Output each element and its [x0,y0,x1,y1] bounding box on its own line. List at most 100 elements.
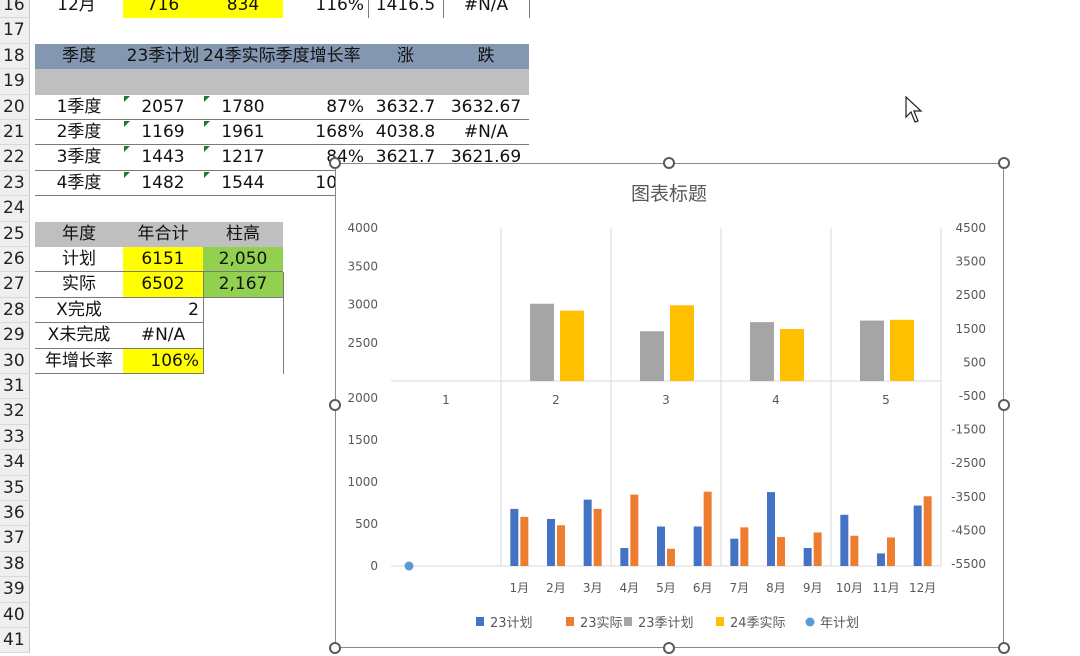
resize-handle-middle-right[interactable] [998,399,1010,411]
row-header[interactable]: 19 [0,69,30,95]
cell[interactable]: 2,050 [203,247,283,273]
cell[interactable]: 116% [283,0,368,18]
cell[interactable]: 1482 [123,171,203,197]
cell[interactable]: 3632.67 [443,95,529,120]
resize-handle-top-center[interactable] [663,157,675,169]
row-header[interactable]: 17 [0,18,30,44]
legend-swatch [476,617,484,626]
resize-handle-top-left[interactable] [329,157,341,169]
row-header[interactable]: 25 [0,221,30,247]
cell[interactable]: 3632.7 [368,95,443,120]
plan23-bar [657,526,665,566]
row-header[interactable]: 38 [0,551,30,578]
cell[interactable]: 2057 [123,95,203,120]
left-axis-tick: 1500 [347,433,378,447]
left-axis-tick: 0 [370,559,378,573]
cell[interactable]: 1443 [123,145,203,171]
cell[interactable]: 6151 [123,247,203,273]
cell[interactable]: 6502 [123,272,203,298]
cell[interactable]: 计划 [35,247,123,273]
cell[interactable]: #N/A [443,120,529,146]
row-header[interactable]: 23 [0,170,30,197]
cell[interactable]: 1217 [203,145,283,171]
resize-handle-bottom-left[interactable] [329,642,341,654]
actual23-bar [850,535,859,566]
cell[interactable]: 4季度 [35,171,123,197]
mouse-cursor-icon [905,96,923,123]
cell[interactable]: 年度 [35,221,123,247]
plan23-bar [693,526,702,566]
row-header[interactable]: 33 [0,424,30,451]
row-header[interactable]: 24 [0,196,30,222]
row-header[interactable]: 22 [0,145,30,171]
cell[interactable]: 12月 [30,0,123,18]
cell[interactable]: 涨 [368,43,443,70]
cell[interactable]: 2季度 [35,120,123,146]
row-header[interactable]: 35 [0,475,30,501]
legend-swatch [566,617,574,626]
right-axis-tick: -3500 [951,490,986,504]
cell[interactable]: 834 [203,0,283,19]
cell[interactable]: 1季度 [35,95,123,120]
cell[interactable]: 3季度 [35,145,123,171]
cell[interactable]: 1416.5 [368,0,443,18]
row-header[interactable]: 41 [0,628,30,654]
cell[interactable]: 1961 [203,120,283,146]
cell[interactable]: 106% [123,348,203,374]
cell[interactable]: 季度 [35,43,123,70]
resize-handle-bottom-center[interactable] [663,642,675,654]
row-header[interactable]: 37 [0,526,30,552]
cell[interactable]: 实际 [35,272,123,298]
resize-handle-bottom-right[interactable] [998,642,1010,654]
actual23-bar [630,494,639,566]
month-axis-label: 11月 [872,581,899,595]
cell[interactable]: 168% [283,120,368,146]
cell[interactable]: 24季实际季度增长率 [203,43,368,70]
cell[interactable]: 23季计划 [123,43,203,70]
grid-line [368,0,369,18]
cell[interactable]: #N/A [123,323,203,349]
quarter-actual-bar [890,319,914,381]
row-header[interactable]: 36 [0,501,30,527]
right-axis-tick: -1500 [951,423,986,437]
row-header[interactable]: 26 [0,247,30,273]
right-axis-tick: -5500 [951,557,986,571]
cell[interactable]: #N/A [443,0,529,18]
actual23-bar [667,548,675,566]
row-header[interactable]: 32 [0,399,30,425]
row-header[interactable]: 34 [0,450,30,476]
row-header[interactable]: 18 [0,43,30,70]
plan23-bar [620,547,629,566]
row-header[interactable]: 16 [0,0,30,19]
cell[interactable]: 柱高 [203,221,283,247]
cell[interactable]: 1544 [203,171,283,197]
row-header[interactable]: 39 [0,577,30,603]
cell[interactable] [35,69,529,95]
cell[interactable]: 4038.8 [368,120,443,146]
cell[interactable]: 1169 [123,120,203,146]
row-header[interactable]: 21 [0,120,30,146]
cell[interactable]: 716 [123,0,203,19]
row-header[interactable]: 29 [0,323,30,349]
cell[interactable]: 87% [283,95,368,120]
quarter-axis-label: 1 [442,393,450,407]
cell[interactable]: 1780 [203,95,283,120]
cell[interactable]: X未完成 [35,323,123,349]
row-header[interactable]: 40 [0,602,30,628]
resize-handle-top-right[interactable] [998,157,1010,169]
row-header[interactable]: 27 [0,272,30,298]
row-header[interactable]: 30 [0,348,30,374]
row-header[interactable]: 31 [0,374,30,400]
cell[interactable]: 年合计 [123,221,203,247]
cell[interactable]: X完成 [35,298,123,324]
row-header[interactable]: 20 [0,94,30,120]
actual23-bar [740,527,749,566]
cell[interactable]: 年增长率 [35,349,123,374]
row-header[interactable]: 28 [0,297,30,324]
chart-object[interactable]: 图表标题 0 500 1000 1500 2000 2500 3000 3500 4000 4500… [335,163,1004,648]
combo-chart: 图表标题05001000150020002500300035004000 4500… [347,183,986,631]
cell[interactable]: 2 [123,298,203,324]
cell[interactable]: 跌 [443,43,529,70]
resize-handle-middle-left[interactable] [329,399,341,411]
cell[interactable]: 2,167 [203,272,283,298]
